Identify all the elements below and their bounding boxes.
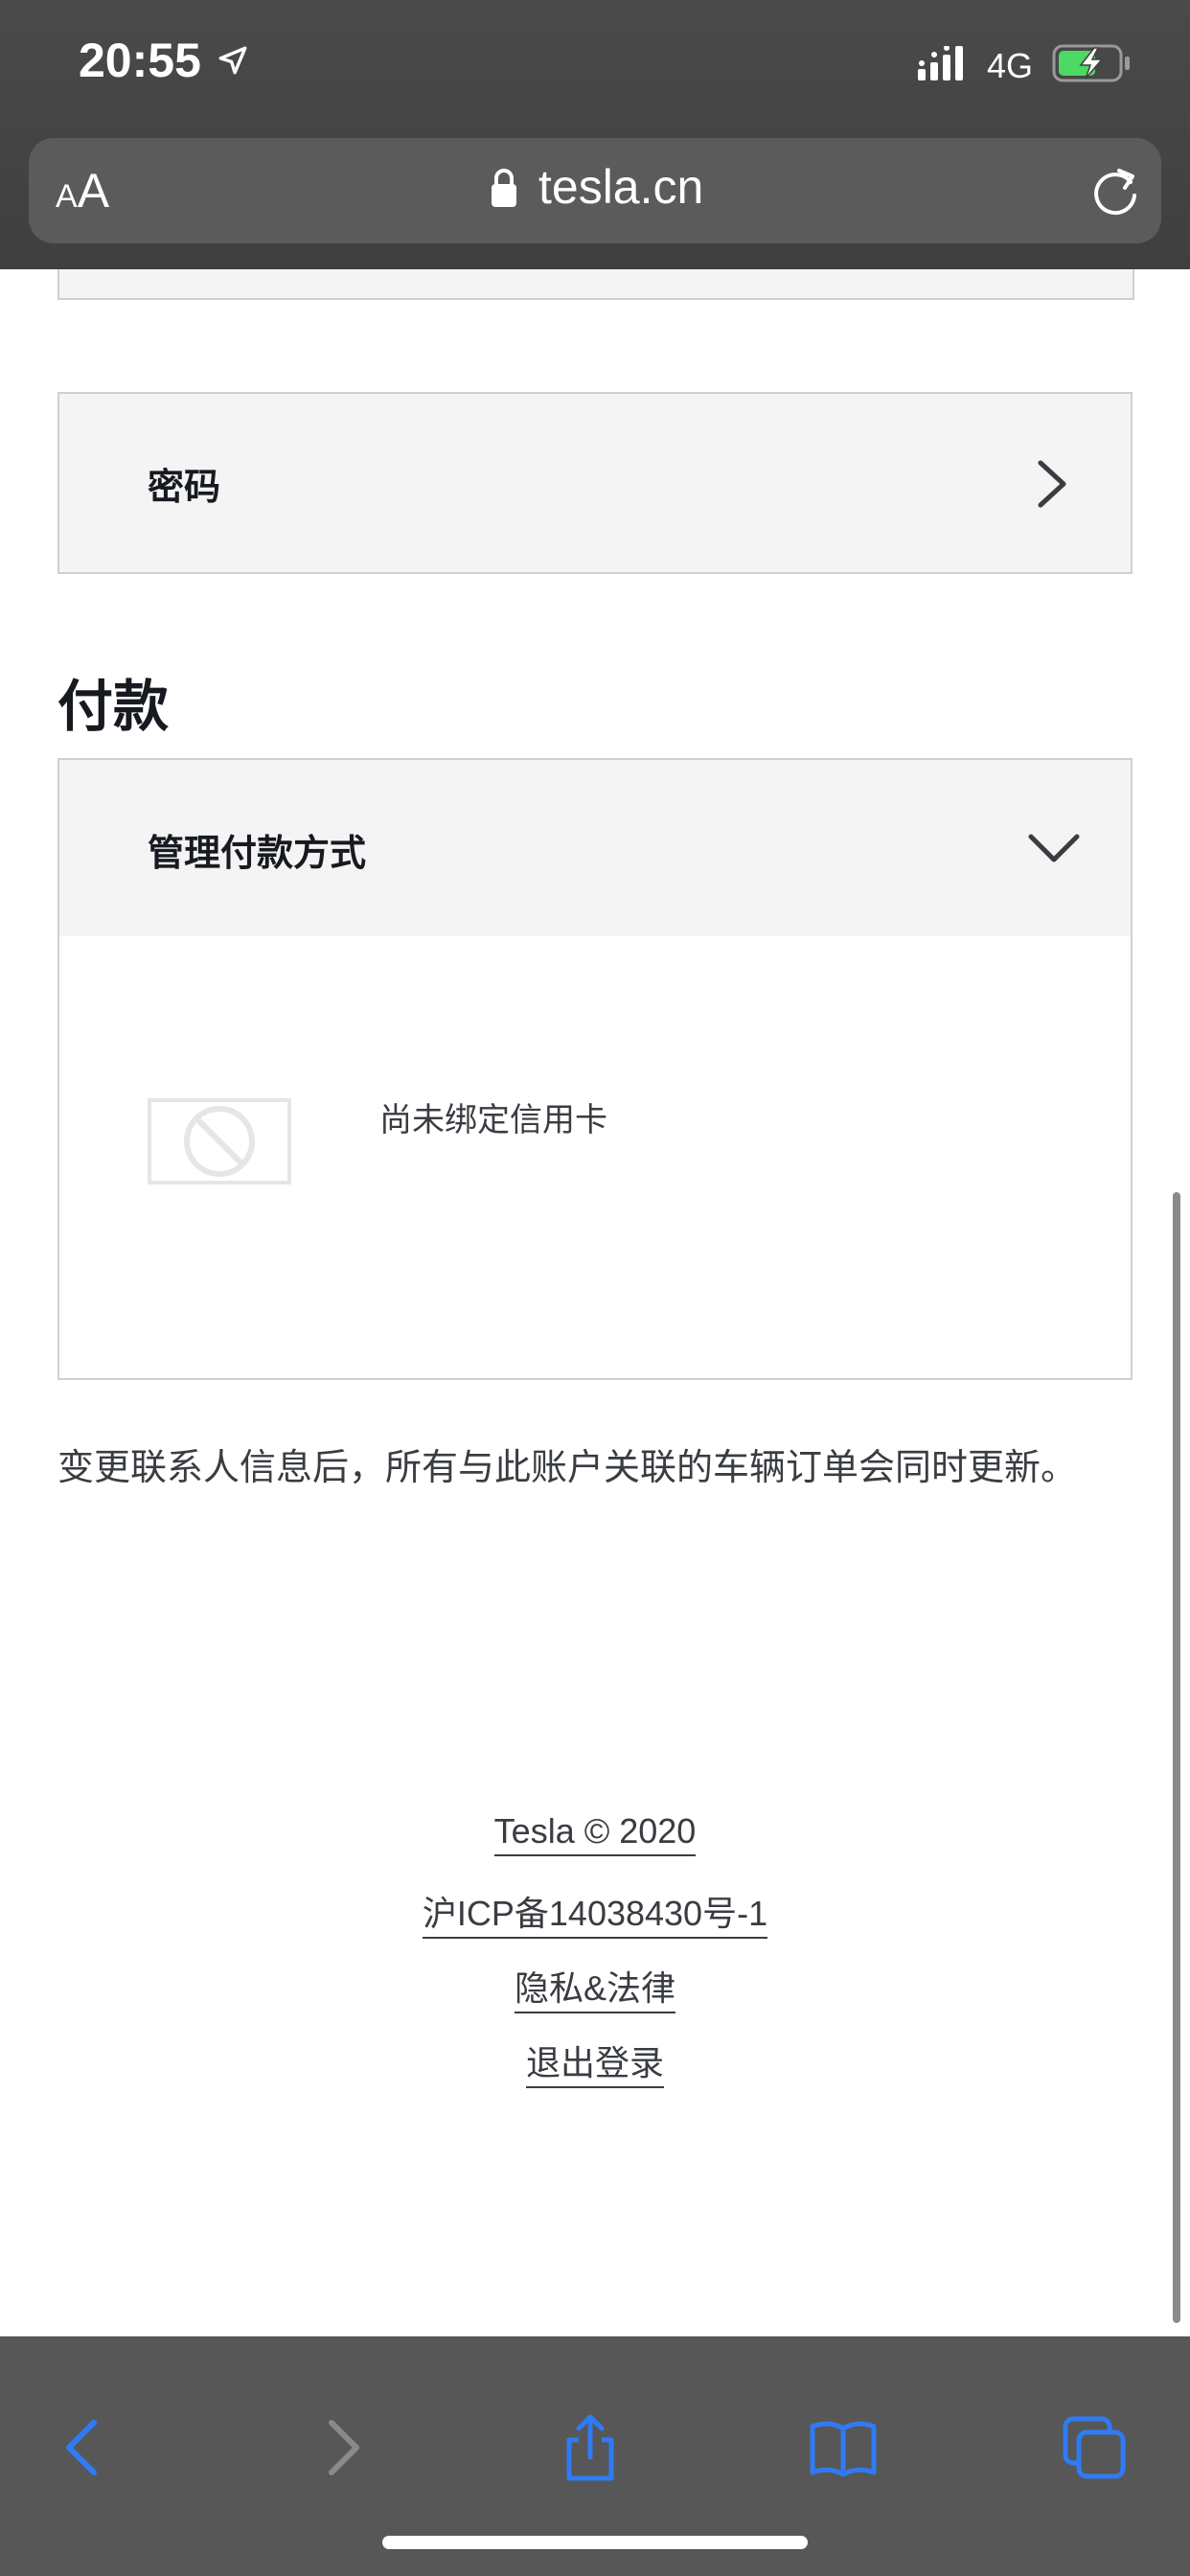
password-label: 密码 — [148, 466, 221, 508]
forward-icon[interactable] — [307, 2413, 376, 2482]
tabs-icon[interactable] — [1060, 2413, 1129, 2482]
chevron-down-icon — [1028, 834, 1080, 862]
bookmarks-icon[interactable] — [809, 2413, 878, 2482]
password-card[interactable]: 密码 — [57, 392, 1133, 574]
contact-update-note: 变更联系人信息后，所有与此账户关联的车辆订单会同时更新。 — [57, 1446, 1078, 1488]
share-icon[interactable] — [556, 2413, 625, 2482]
back-icon[interactable] — [50, 2413, 119, 2482]
payment-section-title: 付款 — [57, 674, 170, 739]
browser-top-bar: 20:55 4G AA tesla.cn — [0, 0, 1190, 269]
previous-card-bottom — [57, 269, 1134, 300]
footer-copyright-link[interactable]: Tesla © 2020 — [0, 1811, 1190, 1856]
battery-charging-icon — [1052, 44, 1130, 82]
address-bar[interactable]: AA tesla.cn — [29, 138, 1161, 243]
chevron-right-icon — [1038, 460, 1066, 508]
home-indicator — [382, 2536, 808, 2549]
signal-icon — [918, 46, 963, 80]
no-card-text: 尚未绑定信用卡 — [379, 1101, 607, 1139]
status-time: 20:55 — [79, 34, 201, 87]
footer-privacy-link[interactable]: 隐私&法律 — [0, 1961, 1190, 2013]
url-text[interactable]: tesla.cn — [538, 159, 703, 215]
payment-card: 管理付款方式 尚未绑定信用卡 — [57, 758, 1133, 1380]
footer-logout-link[interactable]: 退出登录 — [0, 2036, 1190, 2088]
lock-icon — [492, 169, 516, 207]
text-size-button[interactable]: AA — [56, 163, 109, 218]
scrollbar[interactable] — [1173, 1192, 1180, 2323]
manage-payment-header[interactable]: 管理付款方式 — [59, 760, 1131, 936]
manage-payment-label: 管理付款方式 — [148, 832, 367, 874]
no-card-icon — [148, 1098, 291, 1184]
location-arrow-icon — [218, 46, 247, 75]
network-type: 4G — [987, 46, 1034, 85]
reload-icon[interactable] — [1088, 163, 1142, 220]
footer-icp-link[interactable]: 沪ICP备14038430号-1 — [0, 1886, 1190, 1939]
